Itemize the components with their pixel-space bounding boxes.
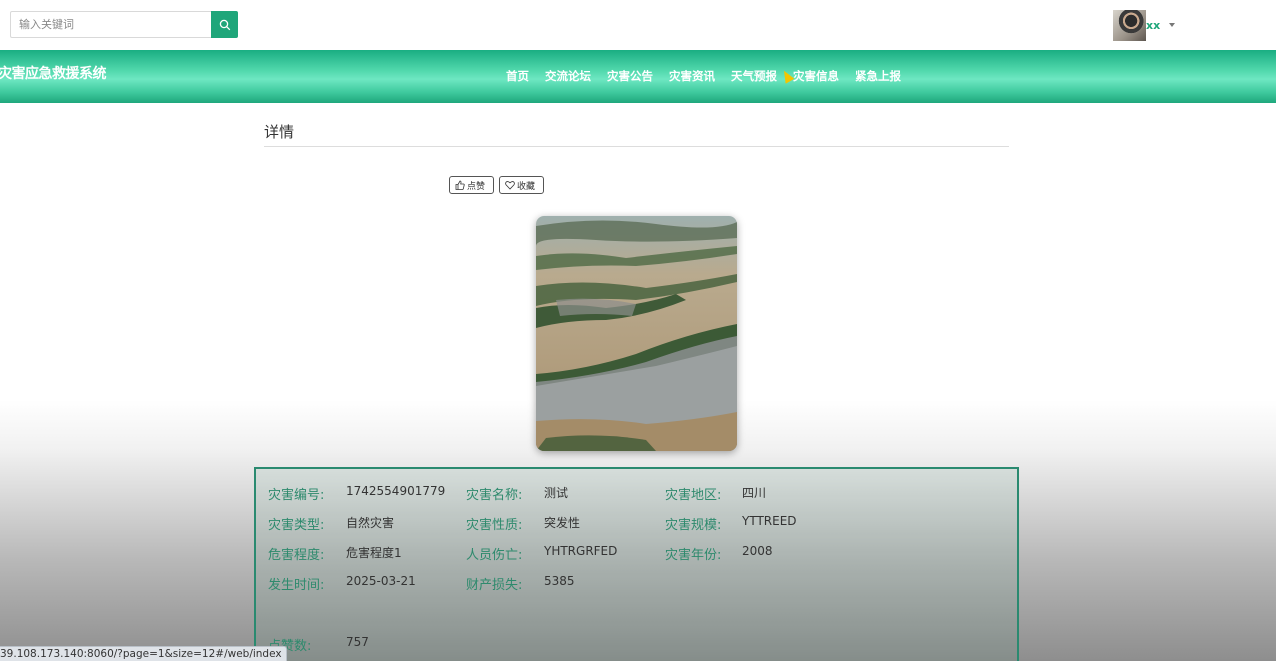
field-value-region: 四川 bbox=[742, 486, 767, 500]
like-button[interactable]: 点赞 bbox=[449, 176, 494, 194]
field-value-nature: 突发性 bbox=[544, 516, 581, 530]
field-value-code: 1742554901779 bbox=[346, 484, 446, 498]
nav-item-announcements[interactable]: 灾害公告 bbox=[607, 68, 653, 84]
field-label-time: 发生时间: bbox=[268, 578, 325, 593]
nav-item-home[interactable]: 首页 bbox=[506, 68, 529, 84]
like-label: 点赞 bbox=[467, 181, 486, 192]
search-input[interactable] bbox=[10, 11, 212, 38]
chevron-down-icon[interactable] bbox=[1169, 23, 1175, 27]
disaster-info-panel: 灾害编号: 1742554901779 灾害名称: 测试 灾害地区: 四川 灾害… bbox=[254, 467, 1019, 661]
field-label-type: 灾害类型: bbox=[268, 518, 325, 533]
field-value-loss: 5385 bbox=[544, 574, 575, 588]
field-value-degree: 危害程度1 bbox=[346, 546, 402, 560]
field-label-name: 灾害名称: bbox=[466, 488, 523, 503]
field-value-year: 2008 bbox=[742, 544, 773, 558]
field-label-loss: 财产损失: bbox=[466, 578, 523, 593]
field-label-year: 灾害年份: bbox=[665, 548, 722, 563]
field-label-code: 灾害编号: bbox=[268, 488, 325, 503]
field-value-type: 自然灾害 bbox=[346, 516, 395, 530]
field-label-region: 灾害地区: bbox=[665, 488, 722, 503]
search-icon bbox=[219, 19, 230, 30]
thumbs-up-icon bbox=[455, 180, 465, 190]
disaster-photo bbox=[536, 216, 737, 451]
field-label-nature: 灾害性质: bbox=[466, 518, 523, 533]
field-value-time: 2025-03-21 bbox=[346, 574, 416, 588]
nav-item-emergency-report[interactable]: 紧急上报 bbox=[855, 68, 901, 84]
site-title: 灾害应急救援系统 bbox=[0, 66, 107, 82]
heart-icon bbox=[505, 181, 515, 190]
field-value-scale: YTTREED bbox=[742, 514, 797, 528]
nav-item-disaster-info[interactable]: 灾害信息 bbox=[793, 68, 839, 84]
search-button[interactable] bbox=[211, 11, 238, 38]
favorite-label: 收藏 bbox=[517, 181, 536, 192]
divider bbox=[264, 146, 1009, 147]
main-nav: 首页 交流论坛 灾害公告 灾害资讯 天气预报 灾害信息 紧急上报 bbox=[506, 68, 917, 84]
nav-item-weather[interactable]: 天气预报 bbox=[731, 68, 777, 84]
nav-item-forum[interactable]: 交流论坛 bbox=[545, 68, 591, 84]
nav-item-news[interactable]: 灾害资讯 bbox=[669, 68, 715, 84]
field-value-name: 测试 bbox=[544, 486, 569, 500]
status-bar-url: 39.108.173.140:8060/?page=1&size=12#/web… bbox=[0, 646, 287, 661]
field-label-scale: 灾害规模: bbox=[665, 518, 722, 533]
favorite-button[interactable]: 收藏 bbox=[499, 176, 544, 194]
page-title: 详情 bbox=[264, 123, 295, 141]
nav-bar: 灾害应急救援系统 首页 交流论坛 灾害公告 灾害资讯 天气预报 灾害信息 紧急上… bbox=[0, 50, 1276, 103]
field-label-casualty: 人员伤亡: bbox=[466, 548, 523, 563]
username[interactable]: xx bbox=[1146, 19, 1160, 32]
avatar[interactable] bbox=[1113, 10, 1146, 41]
top-bar: xx bbox=[0, 0, 1276, 50]
field-value-casualty: YHTRGRFED bbox=[544, 544, 618, 558]
field-label-degree: 危害程度: bbox=[268, 548, 325, 563]
field-value-likes: 757 bbox=[346, 635, 369, 649]
